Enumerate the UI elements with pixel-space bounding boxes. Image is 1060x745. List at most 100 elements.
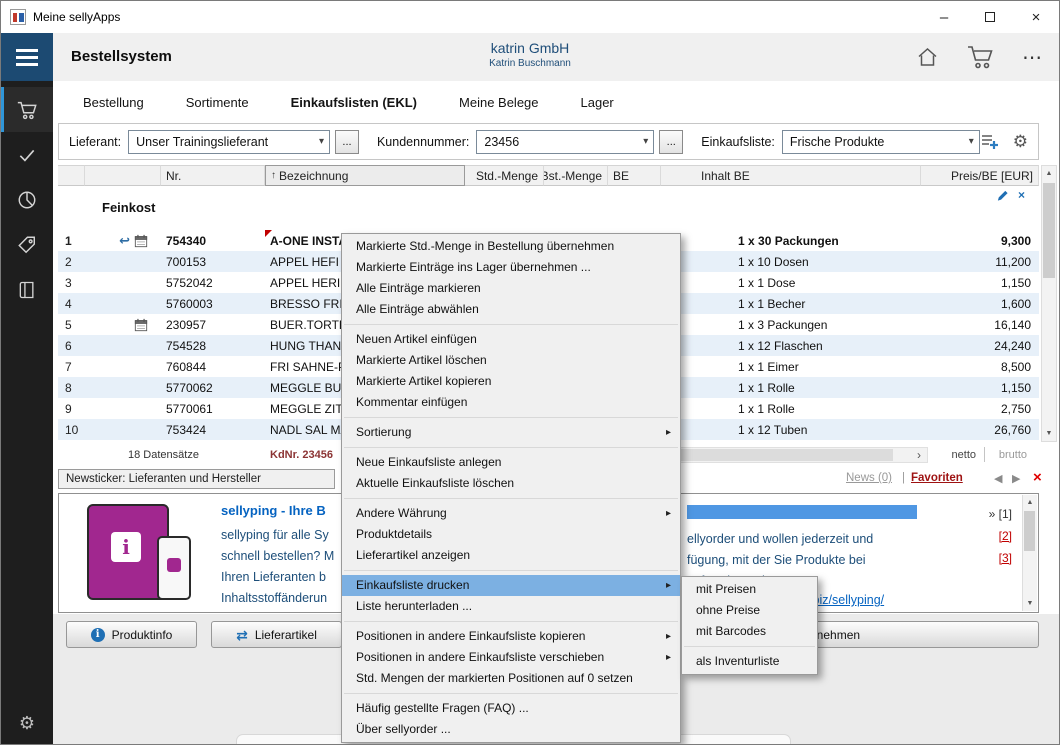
menu-item-aktuelle-einkaufsliste-löschen[interactable]: Aktuelle Einkaufsliste löschen: [342, 473, 680, 494]
sidebar-item-catalog[interactable]: [1, 267, 53, 312]
edit-icon[interactable]: [996, 189, 1009, 202]
column-header-be[interactable]: BE: [608, 165, 661, 186]
prev-news-icon[interactable]: ◀: [994, 472, 1002, 485]
home-button[interactable]: [915, 45, 940, 69]
menu-item-als-inventurliste[interactable]: als Inventurliste: [682, 651, 817, 672]
menu-item-std-mengen-der-markierten-positionen-auf-0-setzen[interactable]: Std. Mengen der markierten Positionen au…: [342, 668, 680, 689]
close-group-icon[interactable]: ×: [1018, 189, 1025, 201]
cell-preis: 1,150: [921, 377, 1039, 398]
news-ref-link[interactable]: » [1]: [989, 503, 1012, 525]
tab-meine-belege[interactable]: Meine Belege: [459, 95, 539, 110]
menu-item-kommentar-einfügen[interactable]: Kommentar einfügen: [342, 392, 680, 413]
scroll-up-icon[interactable]: ▲: [1042, 166, 1056, 181]
sidebar-item-cart[interactable]: [1, 87, 53, 132]
menu-item-neuen-artikel-einfügen[interactable]: Neuen Artikel einfügen: [342, 329, 680, 350]
column-header-bst-menge[interactable]: Bst.-Menge: [544, 165, 608, 186]
sidebar-item-settings[interactable]: ⚙: [1, 713, 53, 734]
basket-button[interactable]: [966, 44, 996, 70]
menu-item-sortierung[interactable]: Sortierung▸: [342, 422, 680, 443]
einkaufsliste-select[interactable]: Frische Produkte ▾: [782, 130, 980, 154]
minimize-button[interactable]: –: [921, 1, 967, 33]
menu-item-andere-währung[interactable]: Andere Währung▸: [342, 503, 680, 524]
lieferant-browse-button[interactable]: ...: [335, 130, 359, 154]
lieferant-select[interactable]: Unser Trainingslieferant ▾: [128, 130, 330, 154]
new-list-icon[interactable]: [980, 133, 1000, 151]
news-scrollbar[interactable]: ▲ ▼: [1022, 495, 1037, 611]
table-scrollbar[interactable]: ▲ ▼: [1041, 165, 1057, 442]
menu-item-lieferartikel-anzeigen[interactable]: Lieferartikel anzeigen: [342, 545, 680, 566]
kundennummer-select[interactable]: 23456 ▾: [476, 130, 654, 154]
news-ref-link[interactable]: [3]: [989, 547, 1012, 569]
minimize-icon: –: [940, 9, 948, 26]
menu-item-liste-herunterladen[interactable]: Liste herunterladen ...: [342, 596, 680, 617]
menu-item-mit-preisen[interactable]: mit Preisen: [682, 579, 817, 600]
menu-item-häufig-gestellte-fragen-faq[interactable]: Häufig gestellte Fragen (FAQ) ...: [342, 698, 680, 719]
kundennummer-browse-button[interactable]: ...: [659, 130, 683, 154]
cell-inhalt-be: 1 x 30 Packungen: [661, 230, 921, 251]
maximize-button[interactable]: [967, 1, 1013, 33]
netto-toggle[interactable]: netto: [952, 449, 976, 461]
menu-item-neue-einkaufsliste-anlegen[interactable]: Neue Einkaufsliste anlegen: [342, 452, 680, 473]
scrollbar-thumb[interactable]: [1024, 511, 1035, 551]
menu-item-über-sellyorder[interactable]: Über sellyorder ...: [342, 719, 680, 740]
menu-item-alle-einträge-abwählen[interactable]: Alle Einträge abwählen: [342, 299, 680, 320]
brutto-toggle[interactable]: brutto: [999, 449, 1027, 461]
column-header-inhalt-be[interactable]: Inhalt BE: [661, 165, 921, 186]
menu-item-positionen-in-andere-einkaufsliste-verschieben[interactable]: Positionen in andere Einkaufsliste versc…: [342, 647, 680, 668]
return-icon: ↩: [119, 234, 130, 247]
news-link[interactable]: News (0): [846, 472, 892, 484]
column-header-preis-be-eur[interactable]: Preis/BE [EUR]: [921, 165, 1039, 186]
close-newsticker-icon[interactable]: ×: [1033, 470, 1042, 486]
list-settings-button[interactable]: ⚙: [1013, 132, 1028, 152]
sidebar-item-check[interactable]: [1, 132, 53, 177]
group-title: Feinkost: [102, 200, 155, 215]
menu-item-alle-einträge-markieren[interactable]: Alle Einträge markieren: [342, 278, 680, 299]
scroll-down-icon[interactable]: ▼: [1042, 426, 1056, 441]
favorites-link[interactable]: Favoriten: [911, 472, 963, 484]
scroll-up-icon[interactable]: ▲: [1023, 495, 1037, 510]
row-icons: [85, 314, 161, 335]
menu-item-produktdetails[interactable]: Produktdetails: [342, 524, 680, 545]
scroll-down-icon[interactable]: ▼: [1023, 596, 1037, 611]
column-header-blank-1[interactable]: [85, 165, 161, 186]
menu-item-ohne-preise[interactable]: ohne Preise: [682, 600, 817, 621]
tab-sortimente[interactable]: Sortimente: [186, 95, 249, 110]
gear-icon: ⚙: [19, 713, 35, 733]
scrollbar-thumb[interactable]: [1043, 183, 1055, 278]
group-row-feinkost[interactable]: Feinkost ×: [58, 186, 1039, 230]
column-header-bezeichnung[interactable]: ↑Bezeichnung: [265, 165, 465, 186]
maximize-icon: [985, 12, 995, 22]
next-news-icon[interactable]: ▶: [1012, 472, 1020, 485]
menu-item-positionen-in-andere-einkaufsliste-kopieren[interactable]: Positionen in andere Einkaufsliste kopie…: [342, 626, 680, 647]
column-header-nr[interactable]: Nr.: [161, 165, 265, 186]
sidebar-item-tag[interactable]: [1, 222, 53, 267]
app-icon: [10, 9, 26, 25]
close-button[interactable]: ×: [1013, 1, 1059, 33]
print-submenu: mit Preisenohne Preisemit Barcodes als In…: [681, 576, 818, 675]
menu-item-einkaufsliste-drucken[interactable]: Einkaufsliste drucken▸: [342, 575, 680, 596]
menu-item-markierte-artikel-löschen[interactable]: Markierte Artikel löschen: [342, 350, 680, 371]
produktinfo-button[interactable]: i Produktinfo: [66, 621, 197, 648]
menu-item-markierte-einträge-ins-lager-übernehmen[interactable]: Markierte Einträge ins Lager übernehmen …: [342, 257, 680, 278]
tab-einkaufslisten-ekl[interactable]: Einkaufslisten (EKL): [291, 95, 417, 110]
note-marker: [265, 230, 272, 237]
menu-separator: [344, 621, 678, 622]
news-title[interactable]: sellyping - Ihre B: [221, 503, 326, 518]
cell-preis: 24,240: [921, 335, 1039, 356]
menu-item-markierte-artikel-kopieren[interactable]: Markierte Artikel kopieren: [342, 371, 680, 392]
column-header-std-menge[interactable]: Std.-Menge: [465, 165, 544, 186]
scroll-right-icon[interactable]: ›: [911, 448, 927, 462]
lieferartikel-button[interactable]: ⇄ Lieferartikel: [211, 621, 342, 648]
menu-item-mit-barcodes[interactable]: mit Barcodes: [682, 621, 817, 642]
more-options-button[interactable]: ⋯: [1022, 45, 1043, 70]
column-header-blank-0[interactable]: [58, 165, 85, 186]
row-number: 8: [58, 377, 85, 398]
tab-bestellung[interactable]: Bestellung: [83, 95, 144, 110]
tab-lager[interactable]: Lager: [581, 95, 614, 110]
sidebar-item-statistics[interactable]: [1, 177, 53, 222]
news-ref-link[interactable]: [2]: [989, 525, 1012, 547]
hamburger-menu-button[interactable]: [1, 33, 53, 81]
cell-inhalt-be: 1 x 1 Becher: [661, 293, 921, 314]
menu-separator: [344, 693, 678, 694]
menu-item-markierte-std-menge-in-bestellung-übernehmen[interactable]: Markierte Std.-Menge in Bestellung übern…: [342, 236, 680, 257]
